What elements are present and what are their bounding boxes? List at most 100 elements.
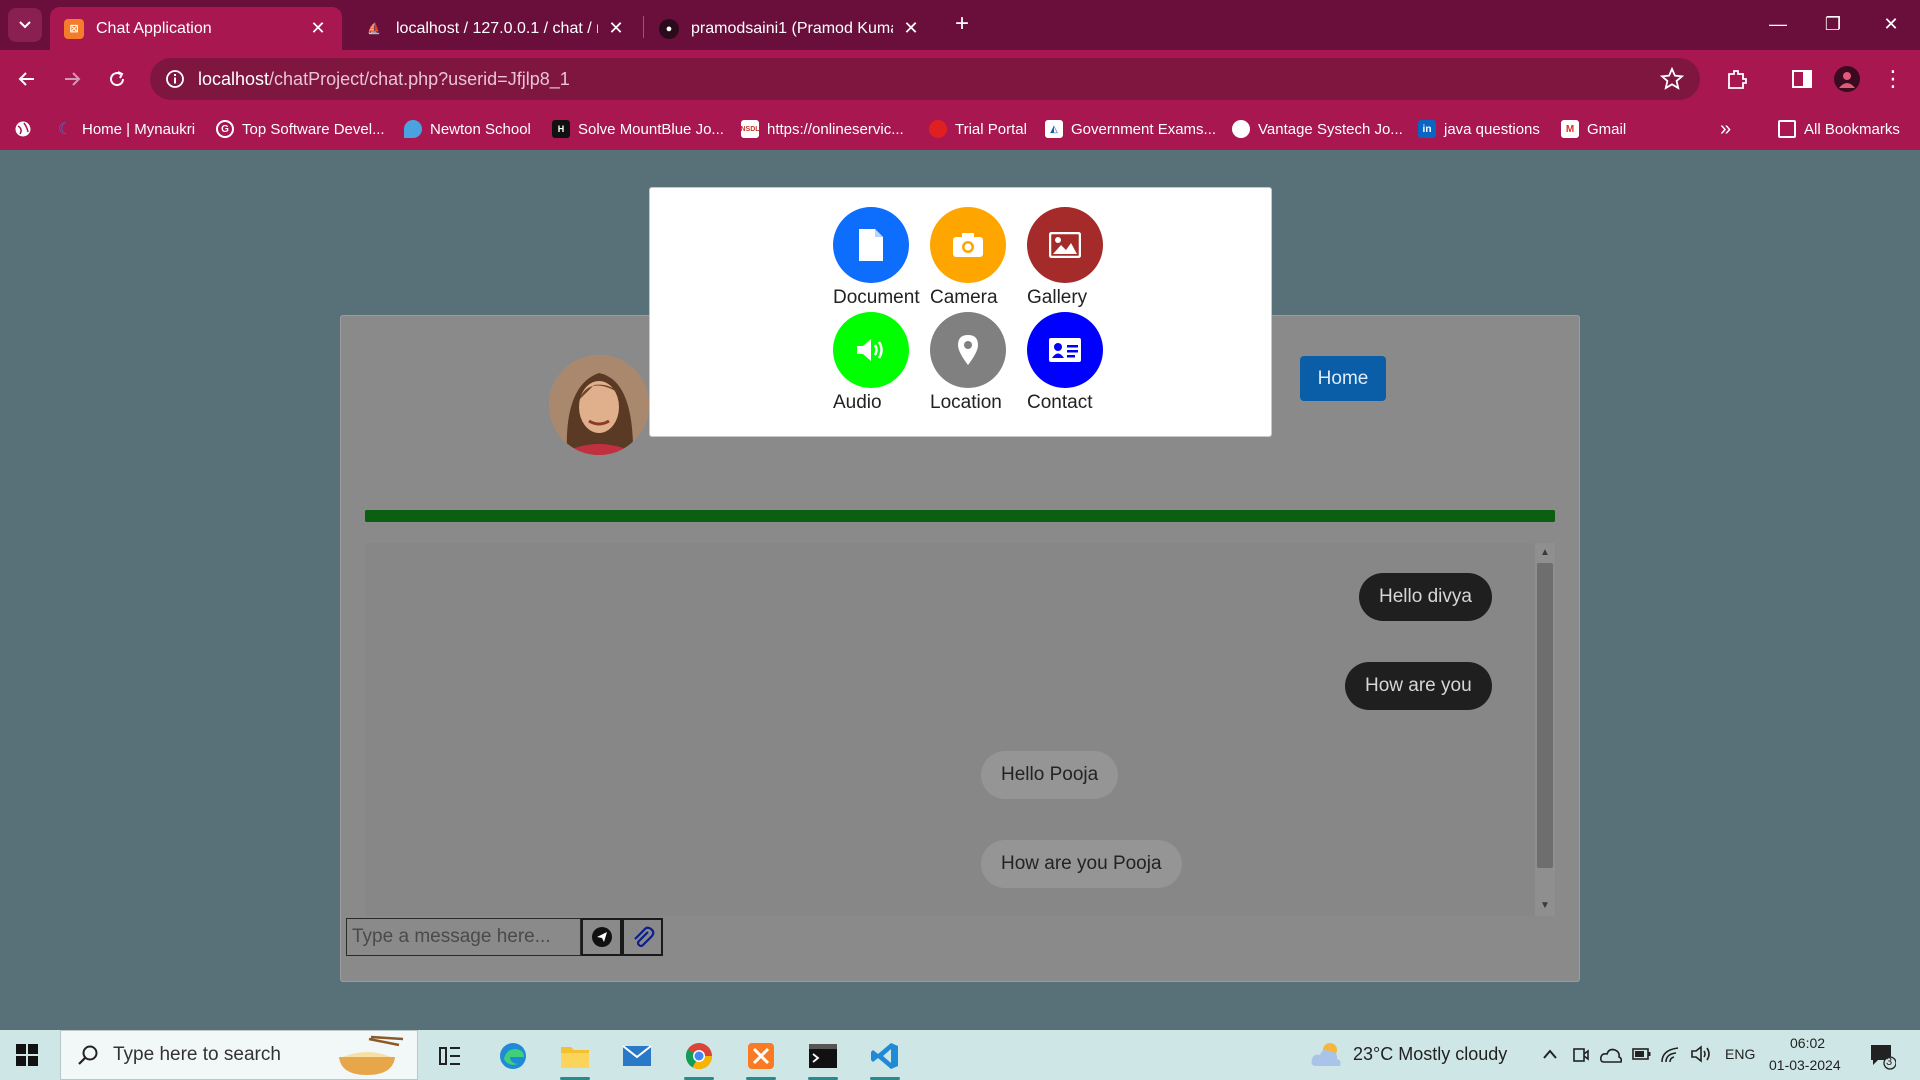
onedrive-icon[interactable] bbox=[1600, 1046, 1622, 1064]
hackerearth-icon: H bbox=[552, 120, 570, 138]
globe-icon[interactable] bbox=[14, 116, 32, 142]
bookmark-top-software[interactable]: G Top Software Devel... bbox=[216, 116, 385, 142]
arrow-right-icon bbox=[65, 72, 81, 86]
tab-separator bbox=[643, 16, 644, 38]
attach-document-option[interactable]: Document bbox=[833, 207, 920, 309]
attach-location-option[interactable]: Location bbox=[930, 312, 1006, 414]
site-info-icon[interactable] bbox=[164, 68, 186, 90]
tab-chat-application[interactable]: ⊠ Chat Application ✕ bbox=[50, 7, 342, 50]
bookmark-label: Trial Portal bbox=[955, 120, 1027, 138]
bookmark-label: Newton School bbox=[430, 120, 531, 138]
browser-toolbar: localhost/chatProject/chat.php?userid=Jf… bbox=[0, 50, 1920, 108]
scroll-up-icon[interactable]: ▲ bbox=[1537, 546, 1553, 560]
message-bubble-in: Hello Pooja bbox=[981, 751, 1119, 799]
send-button[interactable] bbox=[581, 918, 622, 956]
gmail-icon: M bbox=[1561, 120, 1579, 138]
mail-icon[interactable] bbox=[610, 1035, 664, 1077]
address-bar[interactable]: localhost/chatProject/chat.php?userid=Jf… bbox=[150, 58, 1700, 100]
attach-option-label: Gallery bbox=[1027, 287, 1088, 308]
reload-button[interactable] bbox=[100, 62, 134, 96]
tab-search-button[interactable] bbox=[8, 8, 42, 42]
profile-avatar[interactable] bbox=[1834, 66, 1860, 92]
close-icon[interactable]: ✕ bbox=[308, 18, 328, 39]
attach-option-label: Audio bbox=[833, 392, 882, 413]
bookmark-label: Government Exams... bbox=[1071, 120, 1217, 138]
language-indicator[interactable]: ENG bbox=[1725, 1046, 1755, 1062]
all-bookmarks[interactable]: All Bookmarks bbox=[1778, 116, 1900, 142]
bookmark-government-exams[interactable]: ◭ Government Exams... bbox=[1045, 116, 1216, 142]
wifi-icon[interactable] bbox=[1660, 1044, 1682, 1064]
attach-gallery-option[interactable]: Gallery bbox=[1027, 207, 1103, 309]
folder-icon bbox=[1778, 120, 1796, 138]
side-panel-icon[interactable] bbox=[1789, 66, 1815, 92]
close-icon[interactable]: ✕ bbox=[901, 18, 921, 39]
message-bubble-out: Hello divya bbox=[1359, 573, 1492, 621]
arrow-left-icon bbox=[18, 72, 34, 86]
tab-bar: ⊠ Chat Application ✕ ⛵ localhost / 127.0… bbox=[0, 0, 1920, 50]
star-icon[interactable] bbox=[1660, 67, 1684, 91]
bookmark-vantage-systech[interactable]: Vantage Systech Jo... bbox=[1232, 116, 1403, 142]
attach-contact-option[interactable]: Contact bbox=[1027, 312, 1103, 414]
bookmark-label: Solve MountBlue Jo... bbox=[578, 120, 724, 138]
message-input[interactable] bbox=[346, 918, 581, 956]
image-icon bbox=[1027, 207, 1103, 283]
tab-phpmyadmin[interactable]: ⛵ localhost / 127.0.0.1 / chat / me ✕ bbox=[350, 7, 640, 50]
scrollbar-thumb[interactable] bbox=[1537, 563, 1553, 868]
clock-date[interactable]: 01-03-2024 bbox=[1769, 1057, 1841, 1073]
bookmark-mountblue[interactable]: H Solve MountBlue Jo... bbox=[552, 116, 724, 142]
bookmark-newton-school[interactable]: Newton School bbox=[404, 116, 531, 142]
minimize-button[interactable]: — bbox=[1755, 8, 1801, 40]
edge-icon[interactable] bbox=[486, 1035, 540, 1077]
windows-start-icon[interactable] bbox=[16, 1044, 38, 1066]
forward-button[interactable] bbox=[55, 62, 89, 96]
tab-github[interactable]: ● pramodsaini1 (Pramod Kumar S ✕ bbox=[645, 7, 935, 50]
bookmark-gmail[interactable]: M Gmail bbox=[1561, 116, 1626, 142]
terminal-icon[interactable] bbox=[796, 1035, 850, 1080]
chevron-up-icon[interactable] bbox=[1542, 1048, 1558, 1060]
restore-button[interactable]: ❐ bbox=[1810, 8, 1856, 40]
weather-text[interactable]: 23°C Mostly cloudy bbox=[1353, 1044, 1507, 1065]
battery-icon[interactable] bbox=[1632, 1047, 1652, 1061]
clock-time[interactable]: 06:02 bbox=[1790, 1035, 1825, 1051]
home-button[interactable]: Home bbox=[1300, 356, 1386, 401]
noodle-bowl-icon bbox=[339, 1035, 404, 1075]
tab-title: Chat Application bbox=[96, 19, 212, 37]
reload-icon bbox=[110, 71, 125, 87]
taskbar-search[interactable]: Type here to search bbox=[60, 1030, 418, 1080]
windows-taskbar: Type here to search 23°C Mostly cloudy E… bbox=[0, 1030, 1920, 1080]
bookmark-java-questions[interactable]: in java questions bbox=[1418, 116, 1540, 142]
chrome-icon[interactable] bbox=[672, 1035, 726, 1080]
globe-icon bbox=[1232, 120, 1250, 138]
url-host: localhost bbox=[198, 68, 270, 89]
bookmark-label: Top Software Devel... bbox=[242, 120, 385, 138]
xampp-icon[interactable] bbox=[734, 1035, 788, 1080]
attach-option-label: Camera bbox=[930, 287, 998, 308]
task-view-icon[interactable] bbox=[423, 1035, 477, 1077]
bookmark-onlineservice[interactable]: NSDL https://onlineservic... bbox=[740, 116, 904, 142]
scroll-down-icon[interactable]: ▼ bbox=[1537, 899, 1553, 913]
bookmark-mynaukri[interactable]: ☾ Home | Mynaukri bbox=[56, 116, 195, 142]
attach-audio-option[interactable]: Audio bbox=[833, 312, 909, 414]
file-explorer-icon[interactable] bbox=[548, 1035, 602, 1080]
menu-kebab-icon[interactable]: ⋮ bbox=[1880, 66, 1906, 92]
github-icon: ● bbox=[659, 18, 679, 39]
close-icon[interactable]: ✕ bbox=[606, 18, 626, 39]
volume-icon bbox=[833, 312, 909, 388]
progress-fill bbox=[365, 510, 1555, 522]
vscode-icon[interactable] bbox=[858, 1035, 912, 1080]
window-close-button[interactable]: ✕ bbox=[1868, 8, 1914, 40]
bookmark-trial-portal[interactable]: Trial Portal bbox=[929, 116, 1027, 142]
message-bubble-out: How are you bbox=[1345, 662, 1492, 710]
paperclip-icon bbox=[633, 926, 654, 948]
more-bookmarks-icon[interactable]: » bbox=[1720, 116, 1731, 142]
volume-icon[interactable] bbox=[1690, 1044, 1712, 1064]
newton-icon bbox=[404, 120, 422, 138]
tab-title: localhost / 127.0.0.1 / chat / me bbox=[396, 19, 598, 37]
attach-button[interactable] bbox=[622, 918, 663, 956]
file-icon bbox=[833, 207, 909, 283]
new-tab-button[interactable]: + bbox=[948, 10, 976, 38]
extensions-icon[interactable] bbox=[1724, 66, 1750, 92]
meet-now-icon[interactable] bbox=[1572, 1046, 1590, 1064]
attach-camera-option[interactable]: Camera bbox=[930, 207, 1006, 309]
back-button[interactable] bbox=[10, 62, 44, 96]
